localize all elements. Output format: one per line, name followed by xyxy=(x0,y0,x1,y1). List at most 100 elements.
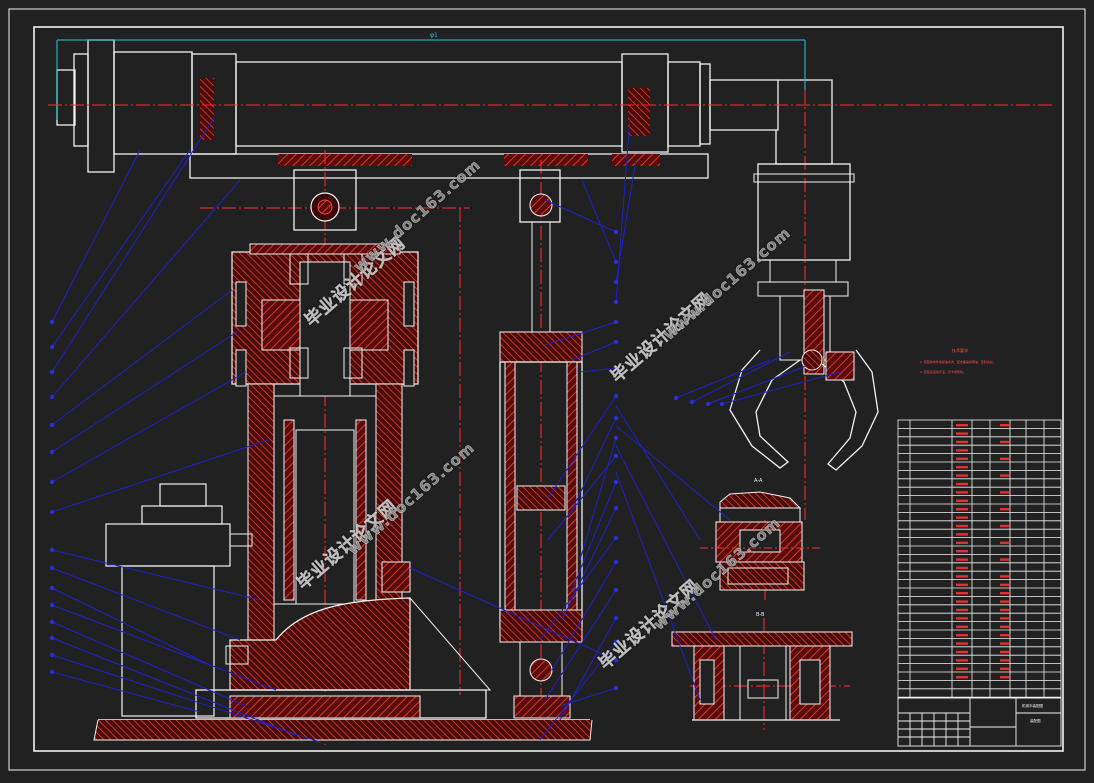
parts-list-cell-mark xyxy=(1000,592,1009,595)
section-b-label: B-B xyxy=(756,612,765,618)
leader-balloon xyxy=(613,559,619,565)
leader-line xyxy=(51,549,261,601)
parts-list-cell-mark xyxy=(956,676,968,679)
arm-hatch xyxy=(200,78,660,166)
parts-list-cell-mark xyxy=(956,550,968,553)
parts-list-cell-mark xyxy=(956,533,968,536)
leader-balloon xyxy=(613,279,619,285)
parts-list-cell-mark xyxy=(956,449,968,452)
leader-line xyxy=(615,405,701,541)
leader-balloon xyxy=(613,435,619,441)
leader-line xyxy=(544,199,617,233)
parts-list-cell-mark xyxy=(1000,474,1009,477)
parts-list-cell-mark xyxy=(956,508,968,511)
parts-list-cell-mark xyxy=(1000,634,1009,637)
parts-list-cell-mark xyxy=(1000,508,1009,511)
leader-balloon xyxy=(613,393,619,399)
leader-balloon xyxy=(613,415,619,421)
leader-balloon xyxy=(49,619,55,625)
parts-list-cell-mark xyxy=(1000,457,1009,460)
parts-list xyxy=(897,419,1062,699)
parts-list-cell-mark xyxy=(1000,524,1009,528)
parts-list-cell-mark xyxy=(1000,541,1009,544)
leader-line xyxy=(51,149,141,323)
leader-balloon xyxy=(705,401,711,407)
horizontal-arm xyxy=(56,39,833,179)
parts-list-cell-mark xyxy=(1000,491,1009,494)
parts-list-cell-mark xyxy=(1000,667,1009,670)
leader-balloon xyxy=(49,422,55,428)
leader-balloon xyxy=(49,669,55,675)
notes-heading: 技术要求 xyxy=(952,347,968,353)
drawing-canvas: φ1 A-A B-B 技术要求 1. 装配前零件用煤油清洗，配合面涂润滑油，密封… xyxy=(8,8,1086,771)
parts-list-cell-mark xyxy=(956,558,968,561)
parts-list-cell-mark xyxy=(956,424,968,427)
parts-list-cell-mark xyxy=(956,541,968,544)
parts-list-cell-mark xyxy=(956,600,968,603)
leader-balloon xyxy=(49,319,55,325)
leader-balloon xyxy=(613,587,619,593)
leader-balloon xyxy=(49,479,55,485)
parts-list-cell-mark xyxy=(1000,676,1009,679)
leader-balloon xyxy=(689,399,695,405)
leader-line xyxy=(615,425,731,521)
leader-balloon xyxy=(613,685,619,691)
parts-list-cell-mark xyxy=(1000,575,1009,578)
section-b-b xyxy=(671,631,853,721)
parts-list-cell-mark xyxy=(956,524,968,528)
gripper-assembly xyxy=(729,163,879,471)
parts-list-cell-mark xyxy=(956,491,968,494)
drawing-frame xyxy=(8,8,1086,771)
leader-line xyxy=(51,587,211,666)
leader-line xyxy=(51,567,241,641)
leader-balloon xyxy=(613,453,619,459)
parts-list-cell-mark xyxy=(956,432,968,435)
leader-balloon xyxy=(613,339,619,345)
parts-list-cell-mark xyxy=(956,466,968,469)
parts-list-cell-mark xyxy=(956,474,968,477)
leader-balloon xyxy=(613,505,619,511)
leader-balloon xyxy=(49,547,55,553)
parts-list-cell-mark xyxy=(1000,600,1009,603)
parts-list-cell-mark xyxy=(1000,424,1009,427)
parts-list-cell-mark xyxy=(1000,608,1009,612)
leader-balloon xyxy=(49,652,55,658)
section-a-label: A-A xyxy=(754,478,763,484)
leader-balloon xyxy=(49,585,55,591)
parts-list-cell-mark xyxy=(956,482,968,486)
parts-list-cell-mark xyxy=(956,650,968,654)
parts-list-cell-mark xyxy=(956,642,968,645)
notes-line-2: 2. 装配后运动灵活，无卡滞现象。 xyxy=(920,369,966,374)
parts-list-cell-mark xyxy=(1000,558,1009,561)
leader-balloon xyxy=(49,565,55,571)
parts-list-cell-mark xyxy=(956,499,968,502)
title-block-name: 机械手装配图 xyxy=(1022,703,1043,708)
parts-list-cell-mark xyxy=(956,608,968,612)
parts-list-cell-mark xyxy=(956,625,968,628)
notes-line-1: 1. 装配前零件用煤油清洗，配合面涂润滑油，密封良好。 xyxy=(920,359,996,364)
leader-line xyxy=(51,671,201,713)
leader-balloon xyxy=(49,369,55,375)
leader-balloon xyxy=(49,344,55,350)
parts-list-cell-mark xyxy=(1000,642,1009,645)
dimension-label: φ1 xyxy=(430,32,438,39)
parts-list-cell-mark xyxy=(1000,650,1009,654)
parts-list-cell-mark xyxy=(956,516,968,519)
leader-line xyxy=(51,117,215,373)
leader-balloon xyxy=(49,509,55,515)
parts-list-cell-mark xyxy=(956,592,968,595)
parts-list-cell-mark xyxy=(956,440,968,444)
leader-balloon xyxy=(49,635,55,641)
leader-balloon xyxy=(49,602,55,608)
title-block-sub: 装配图 xyxy=(1030,718,1041,723)
leader-line xyxy=(675,359,771,399)
leader-balloon xyxy=(613,229,619,235)
leader-balloon xyxy=(613,615,619,621)
leader-balloon xyxy=(613,299,619,305)
leader-line xyxy=(581,179,617,263)
parts-list-cell-mark xyxy=(956,457,968,460)
parts-list-cell-mark xyxy=(956,667,968,670)
leader-balloon xyxy=(49,394,55,400)
leader-balloon xyxy=(613,535,619,541)
parts-list-cell-mark xyxy=(1000,440,1009,444)
